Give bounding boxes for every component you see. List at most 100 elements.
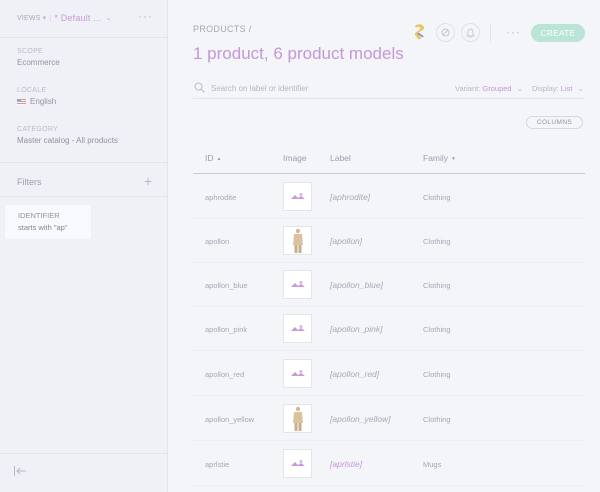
- variant-dropdown[interactable]: Variant: Grouped ⌄: [455, 84, 523, 93]
- filter-label: IDENTIFIER: [18, 211, 60, 220]
- cell-id: apollon_blue: [205, 281, 248, 290]
- breadcrumb[interactable]: PRODUCTS /: [193, 24, 252, 34]
- table-row[interactable]: apollon_pink [apollon_pink] Clothing: [193, 307, 585, 351]
- views-selector[interactable]: VIEWS ▾ | * Default ... ⌄: [17, 11, 112, 25]
- add-filter-icon[interactable]: +: [144, 173, 152, 189]
- chevron-down-icon[interactable]: ⌄: [105, 14, 111, 22]
- search-input[interactable]: [211, 81, 441, 95]
- locale-label: LOCALE: [17, 87, 47, 94]
- category-switcher[interactable]: CATEGORY Master catalog - All products: [17, 126, 118, 145]
- cell-family: Clothing: [423, 415, 451, 424]
- column-header-label: ID: [205, 153, 214, 163]
- user-avatar-icon[interactable]: [411, 23, 429, 41]
- cell-label: [apollon_pink]: [330, 324, 383, 334]
- search-icon: [194, 82, 205, 93]
- cell-label: [aprlstie]: [330, 459, 363, 469]
- product-image: [283, 182, 312, 211]
- collapse-sidebar-icon[interactable]: [13, 465, 27, 477]
- product-image: [283, 359, 312, 388]
- filters-title: Filters: [17, 177, 42, 187]
- cell-id: aphrodite: [205, 193, 237, 202]
- sort-desc-icon: ▼: [451, 155, 456, 162]
- column-header-image: Image: [283, 153, 307, 163]
- cell-label: [aphrodite]: [330, 192, 371, 202]
- person-photo: [292, 228, 303, 253]
- cell-label: [apollon_red]: [330, 369, 380, 379]
- divider: [0, 453, 168, 454]
- views-value[interactable]: * Default ...: [54, 13, 101, 23]
- sort-asc-icon: ▲: [216, 155, 222, 162]
- more-actions-icon[interactable]: ···: [506, 25, 521, 39]
- divider: [0, 196, 168, 197]
- views-label: VIEWS: [17, 14, 41, 22]
- column-header-label: Family: [423, 153, 449, 163]
- table-row[interactable]: apollon_blue [apollon_blue] Clothing: [193, 263, 585, 307]
- cell-family: Clothing: [423, 237, 451, 246]
- scope-value[interactable]: Ecommerce: [17, 58, 60, 67]
- cell-id: apollon_red: [205, 370, 245, 379]
- identifier-filter[interactable]: IDENTIFIER starts with "ap": [5, 205, 91, 239]
- table-row[interactable]: aprlstie [aprlstie] Mugs: [193, 442, 585, 486]
- scope-switcher[interactable]: SCOPE Ecommerce: [17, 48, 60, 67]
- product-image: [283, 314, 312, 343]
- us-flag-icon: [17, 98, 26, 105]
- product-image: [283, 270, 312, 299]
- category-label: CATEGORY: [17, 126, 59, 133]
- column-header-id[interactable]: ID ▲: [205, 153, 221, 163]
- notifications-button[interactable]: [461, 23, 480, 42]
- table-row[interactable]: apollon [apollon] Clothing: [193, 219, 585, 263]
- cell-family: Clothing: [423, 370, 451, 379]
- cell-id: apollon_pink: [205, 325, 248, 334]
- cell-family: Clothing: [423, 193, 451, 202]
- variant-value: Grouped: [482, 84, 512, 93]
- placeholder-image-icon: [290, 459, 305, 466]
- variant-label: Variant:: [455, 84, 481, 93]
- divider: [0, 162, 168, 163]
- cell-family: Clothing: [423, 281, 451, 290]
- display-value: List: [560, 84, 573, 93]
- search-bar: [193, 80, 585, 99]
- chevron-down-icon: ▾: [42, 15, 47, 22]
- sidebar: VIEWS ▾ | * Default ... ⌄ ··· SCOPE Ecom…: [0, 0, 168, 492]
- locale-switcher[interactable]: LOCALE English: [17, 87, 56, 106]
- create-button[interactable]: CREATE: [531, 24, 585, 42]
- views-separator: |: [49, 14, 52, 22]
- column-header-family[interactable]: Family ▼: [423, 153, 456, 163]
- bell-icon: [466, 28, 475, 38]
- cell-label: [apollon]: [330, 236, 363, 246]
- columns-button[interactable]: COLUMNS: [526, 116, 583, 129]
- divider: [0, 37, 168, 38]
- display-dropdown[interactable]: Display: List ⌄: [532, 84, 584, 93]
- column-header-label[interactable]: Label: [330, 153, 351, 163]
- cell-label: [apollon_blue]: [330, 280, 383, 290]
- cell-family: Mugs: [423, 460, 442, 469]
- cell-id: apollon: [205, 237, 230, 246]
- chevron-down-icon: ⌄: [516, 84, 523, 93]
- cell-label: [apollon_yellow]: [330, 414, 391, 424]
- page-title: 1 product, 6 product models: [193, 44, 404, 63]
- chevron-down-icon: ⌄: [577, 84, 584, 93]
- header-separator: [490, 24, 491, 42]
- table-header: ID ▲ Image Label Family ▼: [193, 150, 585, 174]
- compare-button[interactable]: [436, 23, 455, 42]
- product-image: [283, 404, 312, 433]
- table-row[interactable]: aphrodite [aphrodite] Clothing: [193, 175, 585, 219]
- scope-label: SCOPE: [17, 48, 44, 55]
- display-label: Display:: [532, 84, 559, 93]
- category-value[interactable]: Master catalog - All products: [17, 136, 118, 145]
- filter-value: starts with "ap": [18, 223, 68, 232]
- placeholder-image-icon: [290, 369, 305, 376]
- placeholder-image-icon: [290, 192, 305, 199]
- locale-value: English: [30, 97, 57, 106]
- product-image: [283, 449, 312, 478]
- cell-family: Clothing: [423, 325, 451, 334]
- sync-icon: [441, 28, 450, 37]
- locale-value-row[interactable]: English: [17, 97, 56, 106]
- table-row[interactable]: apollon_red [apollon_red] Clothing: [193, 352, 585, 396]
- placeholder-image-icon: [290, 324, 305, 331]
- cell-id: apollon_yellow: [205, 415, 255, 424]
- more-options-icon[interactable]: ···: [138, 9, 153, 23]
- table-row[interactable]: apollon_yellow [apollon_yellow] Clothing: [193, 397, 585, 441]
- person-photo: [292, 406, 303, 431]
- product-image: [283, 226, 312, 255]
